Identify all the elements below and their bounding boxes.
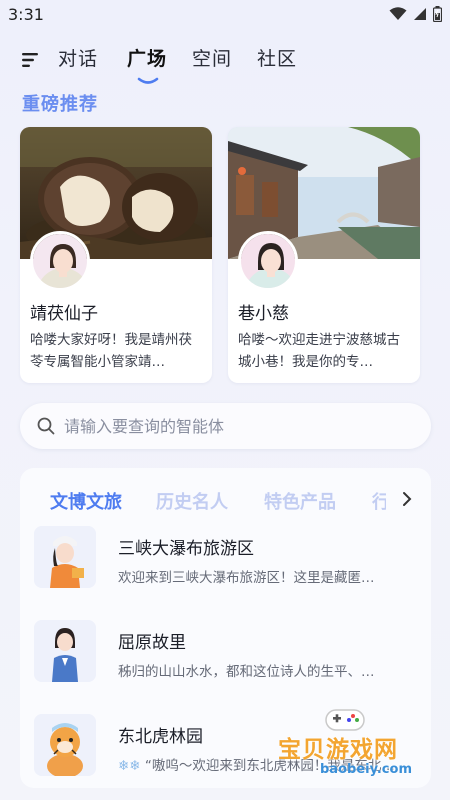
tab-plaza[interactable]: 广场 bbox=[127, 44, 167, 71]
status-icons bbox=[389, 6, 442, 22]
status-bar: 3:31 bbox=[0, 0, 450, 32]
item-thumbnail bbox=[34, 620, 96, 682]
avatar bbox=[238, 231, 298, 291]
top-nav: 对话 广场 空间 社区 bbox=[0, 40, 450, 84]
menu-icon[interactable] bbox=[22, 52, 40, 67]
tab-chat[interactable]: 对话 bbox=[58, 44, 98, 71]
wifi-icon bbox=[389, 7, 407, 21]
chevron-right-icon[interactable] bbox=[398, 488, 416, 510]
card-name: 巷小慈 bbox=[238, 304, 289, 324]
avatar bbox=[30, 231, 90, 291]
section-title: 重磅推荐 bbox=[22, 94, 98, 115]
status-time: 3:31 bbox=[8, 5, 44, 24]
search-bar[interactable] bbox=[20, 403, 431, 449]
item-title: 东北虎林园 bbox=[118, 727, 203, 747]
search-icon bbox=[36, 416, 56, 436]
snowflake-icon: ❄❄ bbox=[118, 758, 141, 774]
tab-community[interactable]: 社区 bbox=[257, 44, 297, 71]
featured-card[interactable]: 靖茯仙子 哈喽大家好呀！我是靖州茯苓专属智能小管家靖… bbox=[20, 127, 212, 383]
tab-space[interactable]: 空间 bbox=[192, 44, 232, 71]
item-subtitle: 秭归的山山水水，都和这位诗人的生平、… bbox=[118, 664, 375, 680]
search-input[interactable] bbox=[64, 411, 404, 441]
watermark-url: baobeiy.com bbox=[320, 762, 412, 777]
category-tab[interactable]: 文博文旅 bbox=[50, 488, 122, 514]
card-description: 哈喽～欢迎走进宁波慈城古城小巷！我是你的专… bbox=[238, 332, 400, 370]
featured-card[interactable]: 巷小慈 哈喽～欢迎走进宁波慈城古城小巷！我是你的专… bbox=[228, 127, 420, 383]
item-thumbnail bbox=[34, 714, 96, 776]
list-item[interactable]: 三峡大瀑布旅游区 欢迎来到三峡大瀑布旅游区！这里是藏匿… bbox=[34, 526, 414, 592]
list-item[interactable]: 屈原故里 秭归的山山水水，都和这位诗人的生平、… bbox=[34, 620, 414, 686]
category-tab[interactable]: 特色产品 bbox=[264, 488, 336, 514]
item-title: 三峡大瀑布旅游区 bbox=[118, 539, 254, 559]
battery-icon bbox=[433, 6, 442, 22]
item-title: 屈原故里 bbox=[118, 633, 186, 653]
item-subtitle: 欢迎来到三峡大瀑布旅游区！这里是藏匿… bbox=[118, 570, 375, 586]
card-name: 靖茯仙子 bbox=[30, 304, 98, 324]
card-description: 哈喽大家好呀！我是靖州茯苓专属智能小管家靖… bbox=[30, 332, 192, 370]
category-tab[interactable]: 行 bbox=[372, 488, 386, 514]
category-tab[interactable]: 历史名人 bbox=[156, 488, 228, 514]
watermark: 宝贝游戏网 baobeiy.com bbox=[272, 700, 432, 790]
item-thumbnail bbox=[34, 526, 96, 588]
signal-icon bbox=[413, 7, 427, 21]
active-tab-indicator bbox=[137, 70, 159, 84]
watermark-text: 宝贝游戏网 bbox=[278, 737, 398, 763]
